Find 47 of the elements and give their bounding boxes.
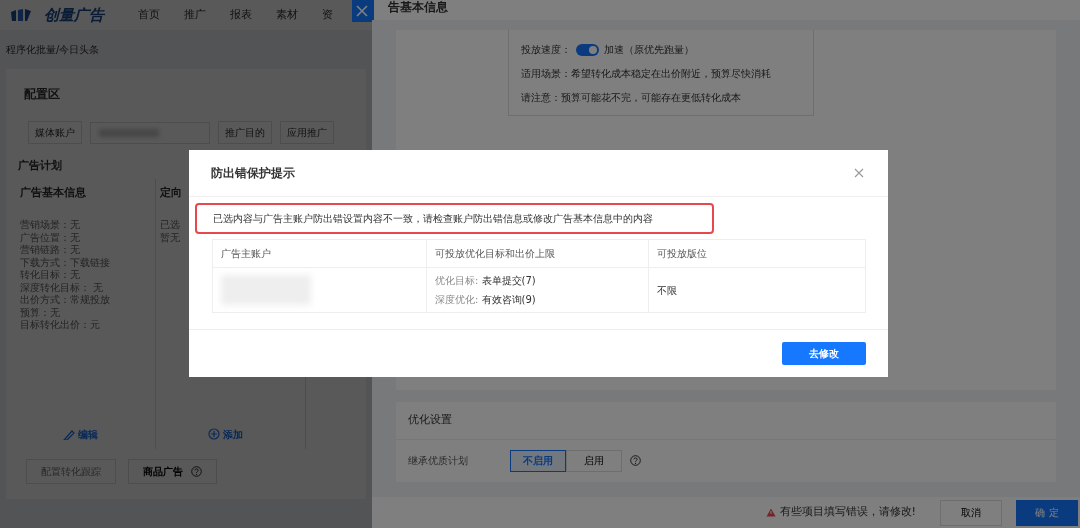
section-title: 配置区 xyxy=(24,86,60,103)
alert-message: 已选内容与广告主账户防出错设置内容不一致，请检查账户防出错信息或修改广告基本信息中的内容 xyxy=(195,203,714,234)
toggle-switch[interactable] xyxy=(576,43,599,56)
section-title: 优化设置 xyxy=(396,402,1056,440)
plus-circle-icon xyxy=(208,428,220,440)
pencil-icon xyxy=(63,428,75,440)
nav-item[interactable]: 首页 xyxy=(138,6,172,24)
nav-item[interactable]: 资 xyxy=(322,6,356,24)
logo-icon xyxy=(10,8,32,22)
drawer-title: 告基本信息 xyxy=(372,0,1080,20)
action-link[interactable]: 编辑 xyxy=(57,425,104,443)
help-icon xyxy=(630,455,641,466)
action-link[interactable]: 添加 xyxy=(202,425,249,443)
logo-text: 创量广告 xyxy=(44,4,104,26)
nav-item[interactable]: 报表 xyxy=(230,6,264,24)
confirm-button[interactable]: 确 定 xyxy=(1016,499,1078,526)
column-header: 可投放优化目标和出价上限 xyxy=(427,240,649,267)
segment-option[interactable]: 启用 xyxy=(566,449,622,472)
dialog-title: 防出错保护提示 xyxy=(211,165,295,182)
column-header: 广告主账户 xyxy=(213,240,427,267)
note-text: 请注意：预算可能花不完，可能存在更低转化成本 xyxy=(521,91,742,105)
option-button[interactable]: 商品广告 xyxy=(128,458,217,484)
field-label: 推广目的 xyxy=(218,121,272,144)
column-title: 定向 xyxy=(160,184,182,201)
column-header: 可投放版位 xyxy=(656,247,708,261)
target-line: 深度优化: 有效咨询(9) xyxy=(435,293,537,307)
close-button[interactable] xyxy=(854,168,864,178)
segment-option[interactable]: 不启用 xyxy=(510,449,566,472)
table-cell-text: 不限 xyxy=(656,283,678,298)
close-icon xyxy=(854,168,864,178)
field-label: 继承优质计划 xyxy=(408,454,469,468)
nav-item[interactable]: 素材 xyxy=(276,6,310,24)
field-label: 投放速度： xyxy=(521,43,571,57)
note-text: 适用场景：希望转化成本稳定在出价附近，预算尽快消耗 xyxy=(521,67,772,81)
target-line: 优化目标: 表单提交(7) xyxy=(435,274,537,288)
toggle-label: 加速（原优先跑量） xyxy=(604,43,694,57)
nav-item[interactable]: 推广 xyxy=(184,6,218,24)
fix-button[interactable]: 去修改 xyxy=(782,342,866,365)
close-icon xyxy=(355,4,369,18)
column-title: 广告基本信息 xyxy=(20,184,86,201)
error-message: 有些项目填写错误，请修改! xyxy=(779,504,916,521)
section-title: 广告计划 xyxy=(18,158,62,174)
warning-icon xyxy=(765,508,776,517)
close-button[interactable] xyxy=(352,0,372,22)
field-value: 应用推广 xyxy=(280,121,334,144)
field-label: 媒体账户 xyxy=(28,121,82,144)
cancel-button[interactable]: 取消 xyxy=(940,499,1002,526)
